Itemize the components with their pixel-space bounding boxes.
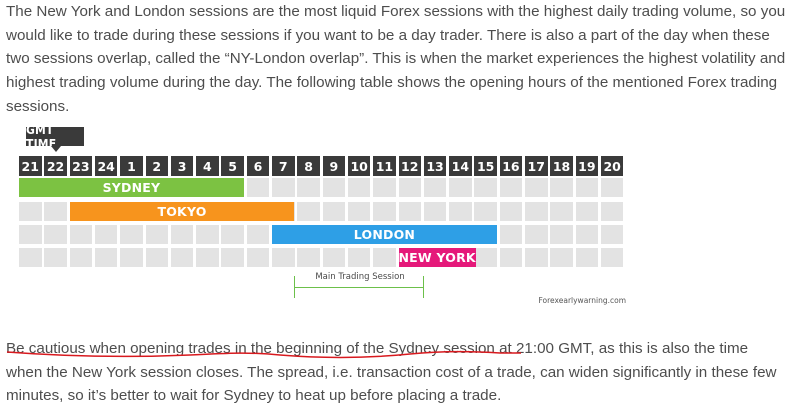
red-underline-annotation <box>6 350 521 359</box>
